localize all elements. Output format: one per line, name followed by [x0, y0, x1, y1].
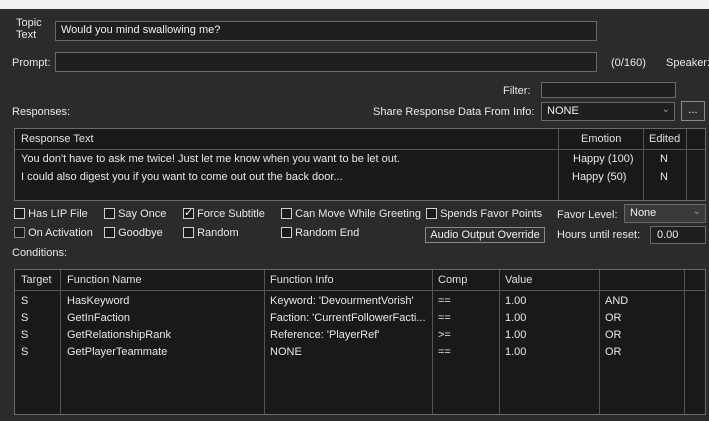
- condition-target[interactable]: S: [21, 312, 28, 324]
- condition-info[interactable]: NONE: [270, 346, 430, 358]
- condition-value[interactable]: 1.00: [505, 295, 526, 307]
- condition-function[interactable]: GetRelationshipRank: [67, 329, 171, 341]
- force-subtitle-checkbox[interactable]: ✓ Force Subtitle: [183, 207, 265, 220]
- response-row-edited[interactable]: N: [660, 171, 668, 183]
- function-name-column-header[interactable]: Function Name: [67, 274, 142, 286]
- share-response-value: NONE: [547, 105, 579, 117]
- condition-target[interactable]: S: [21, 329, 28, 341]
- emotion-column-header[interactable]: Emotion: [581, 133, 621, 145]
- on-activation-label: On Activation: [28, 227, 93, 239]
- condition-value[interactable]: 1.00: [505, 329, 526, 341]
- condition-function[interactable]: GetInFaction: [67, 312, 130, 324]
- edited-column-header[interactable]: Edited: [649, 133, 680, 145]
- force-subtitle-label: Force Subtitle: [197, 208, 265, 220]
- condition-info[interactable]: Faction: 'CurrentFollowerFacti...: [270, 312, 430, 324]
- response-row-text[interactable]: I could also digest you if you want to c…: [21, 171, 553, 183]
- chevron-down-icon: ⌄: [661, 104, 670, 115]
- responses-table[interactable]: Response Text Emotion Edited You don't h…: [14, 128, 706, 201]
- condition-comp[interactable]: ==: [438, 312, 451, 324]
- window-top-strip: [0, 0, 709, 9]
- hours-until-reset-label: Hours until reset:: [557, 229, 641, 241]
- condition-target[interactable]: S: [21, 346, 28, 358]
- spends-favor-points-checkbox[interactable]: Spends Favor Points: [426, 208, 542, 220]
- random-end-checkbox[interactable]: Random End: [281, 227, 359, 239]
- prompt-label: Prompt:: [12, 57, 51, 69]
- topic-text-input[interactable]: Would you mind swallowing me?: [55, 21, 597, 41]
- hours-until-reset-input[interactable]: 0.00: [650, 226, 706, 244]
- condition-info[interactable]: Reference: 'PlayerRef': [270, 329, 430, 341]
- check-icon: ✓: [184, 207, 194, 219]
- checkbox-box: [104, 208, 115, 219]
- responses-label: Responses:: [12, 106, 71, 118]
- goodbye-checkbox[interactable]: Goodbye: [104, 227, 163, 239]
- response-row-edited[interactable]: N: [660, 153, 668, 165]
- conditions-table[interactable]: Target Function Name Function Info Comp …: [14, 269, 706, 415]
- favor-level-select[interactable]: None ⌄: [624, 204, 706, 223]
- condition-value[interactable]: 1.00: [505, 312, 526, 324]
- condition-comp[interactable]: ==: [438, 346, 451, 358]
- condition-logic[interactable]: OR: [605, 329, 622, 341]
- checkbox-box: [14, 208, 25, 219]
- filter-input[interactable]: [541, 82, 676, 98]
- favor-level-label: Favor Level:: [557, 209, 618, 221]
- target-column-header[interactable]: Target: [21, 274, 52, 286]
- goodbye-label: Goodbye: [118, 227, 163, 239]
- condition-logic[interactable]: OR: [605, 312, 622, 324]
- prompt-input[interactable]: [55, 52, 597, 72]
- chevron-down-icon: ⌄: [692, 206, 701, 217]
- condition-logic[interactable]: AND: [605, 295, 628, 307]
- random-label: Random: [197, 227, 239, 239]
- condition-comp[interactable]: >=: [438, 329, 451, 341]
- condition-comp[interactable]: ==: [438, 295, 451, 307]
- checkbox-box: [426, 208, 437, 219]
- has-lip-file-checkbox[interactable]: Has LIP File: [14, 208, 88, 220]
- checkbox-box: [183, 227, 194, 238]
- value-column-header[interactable]: Value: [505, 274, 532, 286]
- filter-label: Filter:: [503, 85, 531, 97]
- say-once-label: Say Once: [118, 208, 167, 220]
- comp-column-header[interactable]: Comp: [438, 274, 467, 286]
- condition-target[interactable]: S: [21, 295, 28, 307]
- function-info-column-header[interactable]: Function Info: [270, 274, 334, 286]
- condition-function[interactable]: GetPlayerTeammate: [67, 346, 167, 358]
- share-response-label: Share Response Data From Info:: [373, 106, 535, 118]
- can-move-while-greeting-label: Can Move While Greeting: [295, 208, 422, 220]
- random-checkbox[interactable]: Random: [183, 227, 239, 239]
- response-text-column-header[interactable]: Response Text: [21, 133, 94, 145]
- say-once-checkbox[interactable]: Say Once: [104, 208, 166, 220]
- favor-level-value: None: [630, 207, 657, 219]
- can-move-while-greeting-checkbox[interactable]: Can Move While Greeting: [281, 208, 421, 220]
- on-activation-checkbox[interactable]: On Activation: [14, 227, 93, 239]
- checkbox-box: [281, 208, 292, 219]
- share-response-browse-button[interactable]: ...: [681, 101, 705, 121]
- share-response-select[interactable]: NONE ⌄: [541, 102, 675, 121]
- response-row-text[interactable]: You don't have to ask me twice! Just let…: [21, 153, 553, 165]
- condition-info[interactable]: Keyword: 'DevourmentVorish': [270, 295, 430, 307]
- checkbox-box: [104, 227, 115, 238]
- audio-output-override-button[interactable]: Audio Output Override: [425, 227, 545, 243]
- response-row-emotion[interactable]: Happy (100): [573, 153, 634, 165]
- speaker-label: Speaker:: [666, 57, 709, 69]
- checkbox-box: ✓: [183, 207, 194, 219]
- prompt-char-counter: (0/160): [611, 57, 646, 69]
- condition-value[interactable]: 1.00: [505, 346, 526, 358]
- checkbox-box: [14, 227, 25, 238]
- response-row-emotion[interactable]: Happy (50): [572, 171, 626, 183]
- condition-logic[interactable]: OR: [605, 346, 622, 358]
- random-end-label: Random End: [295, 227, 360, 239]
- topic-text-label: Topic Text: [16, 17, 42, 41]
- has-lip-file-label: Has LIP File: [28, 208, 88, 220]
- spends-favor-points-label: Spends Favor Points: [440, 208, 543, 220]
- condition-function[interactable]: HasKeyword: [67, 295, 129, 307]
- checkbox-box: [281, 227, 292, 238]
- conditions-label: Conditions:: [12, 247, 68, 259]
